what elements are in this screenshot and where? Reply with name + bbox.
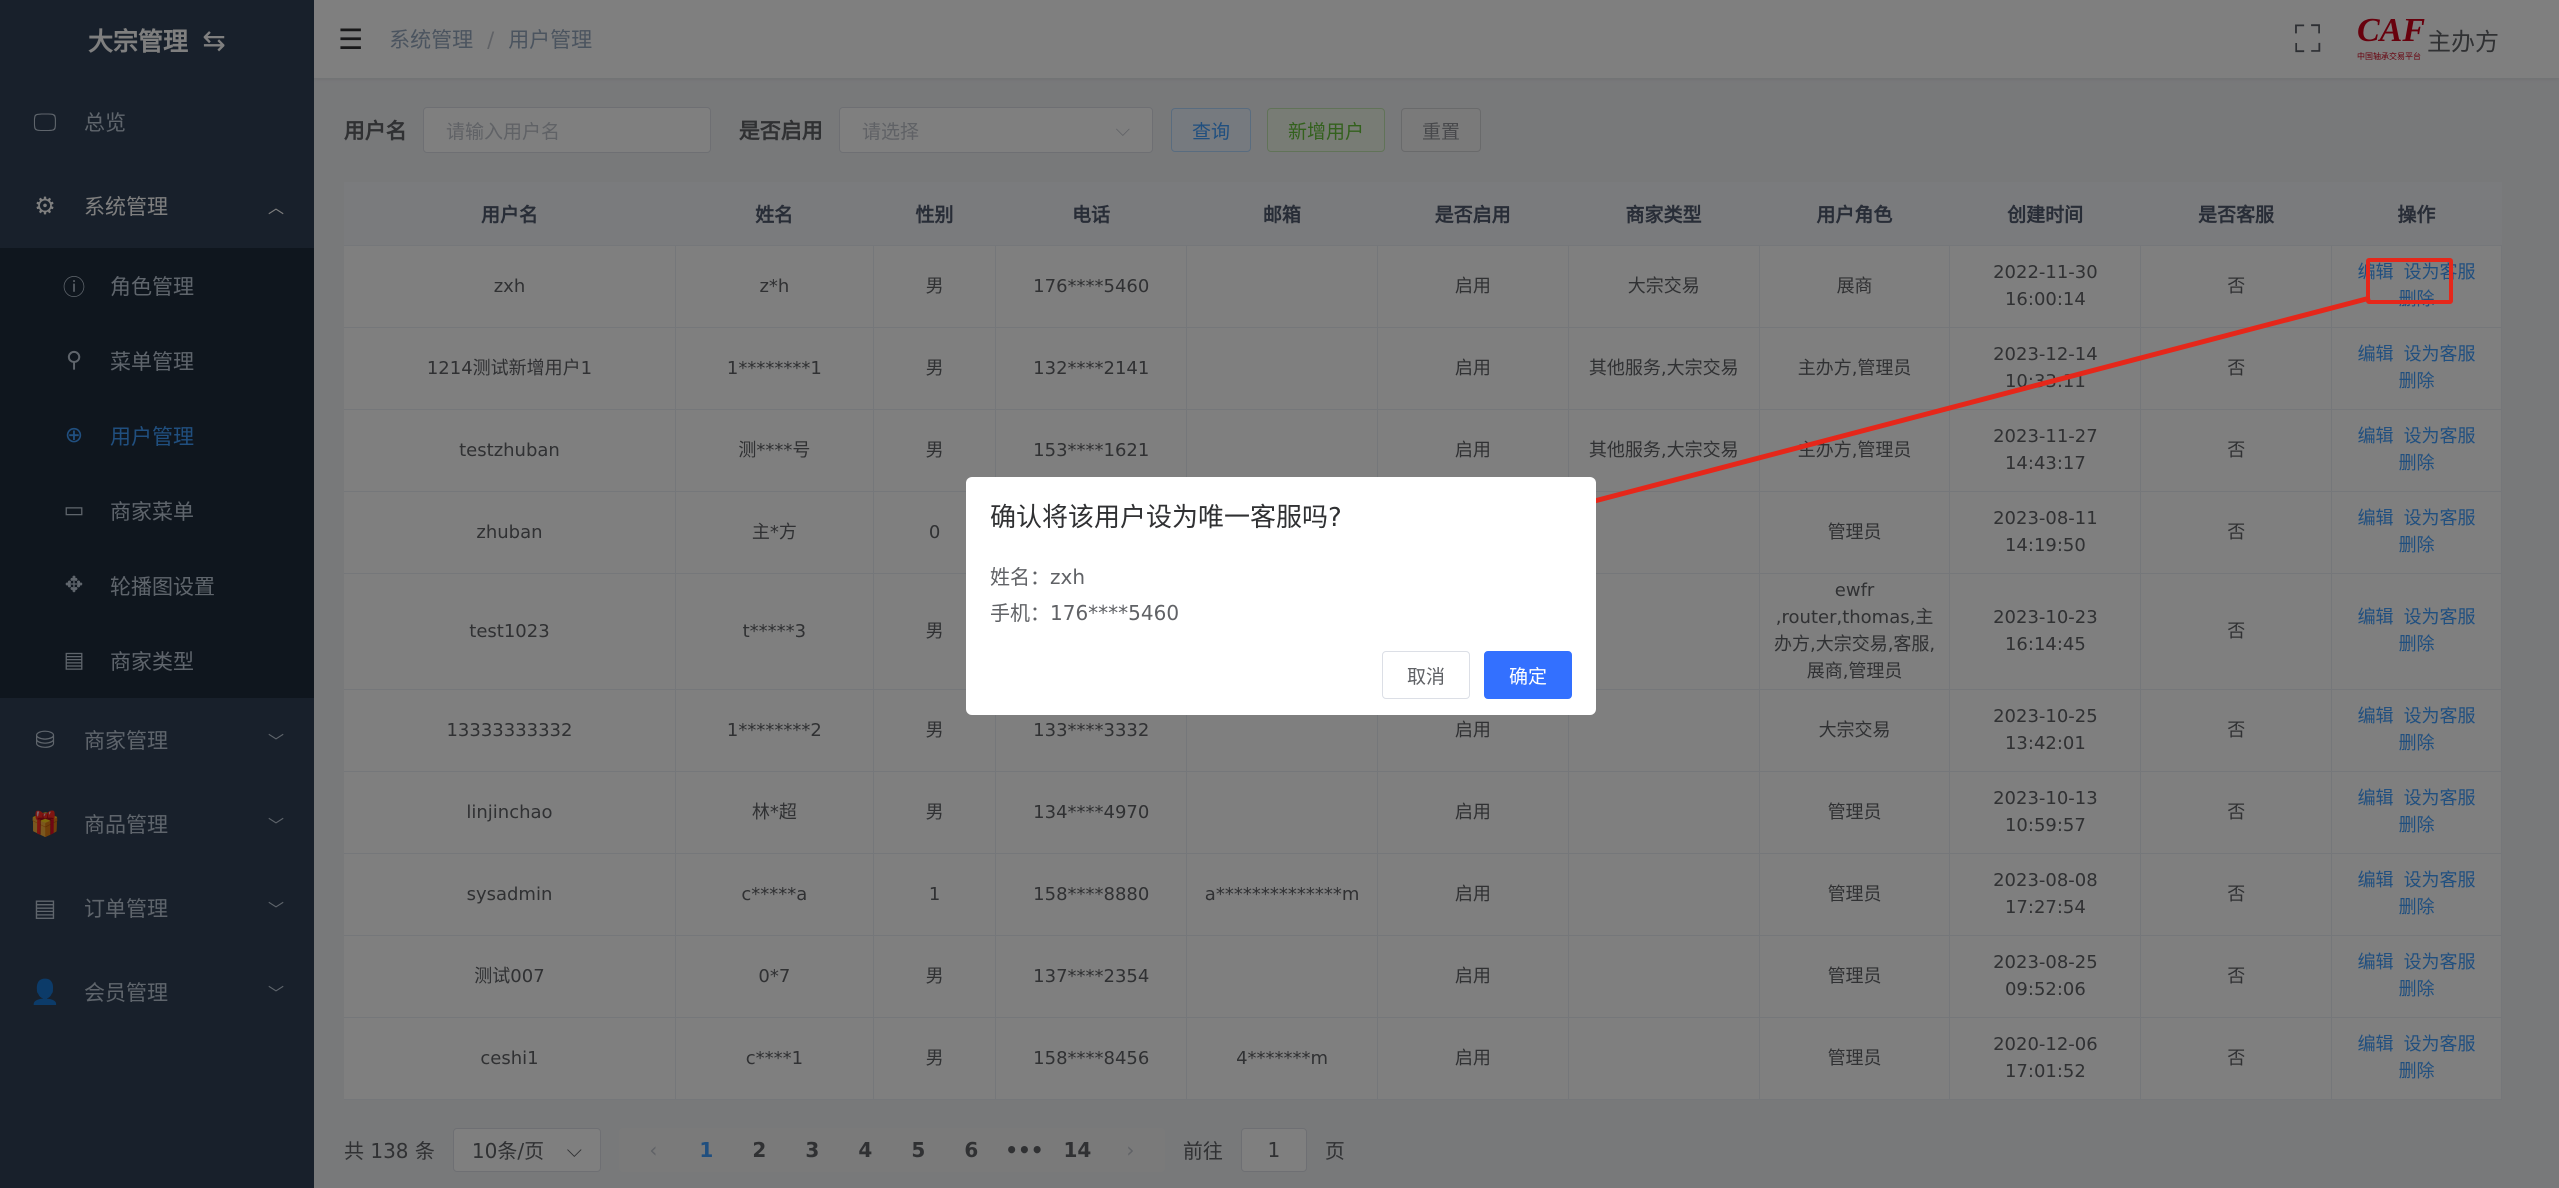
annotation-highlight-box [2366, 258, 2453, 304]
cancel-button[interactable]: 取消 [1381, 651, 1470, 699]
dialog-name-line: 姓名：zxh [990, 565, 1086, 589]
dialog-title: 确认将该用户设为唯一客服吗? [990, 503, 1342, 533]
dialog-phone-line: 手机：176****5460 [990, 601, 1180, 625]
confirm-button[interactable]: 确定 [1483, 651, 1572, 699]
dialog-body: 姓名：zxh 手机：176****5460 [990, 559, 1179, 631]
dialog-footer: 取消 确定 [1381, 651, 1572, 699]
confirm-dialog: 确认将该用户设为唯一客服吗? 姓名：zxh 手机：176****5460 取消 … [966, 477, 1596, 715]
